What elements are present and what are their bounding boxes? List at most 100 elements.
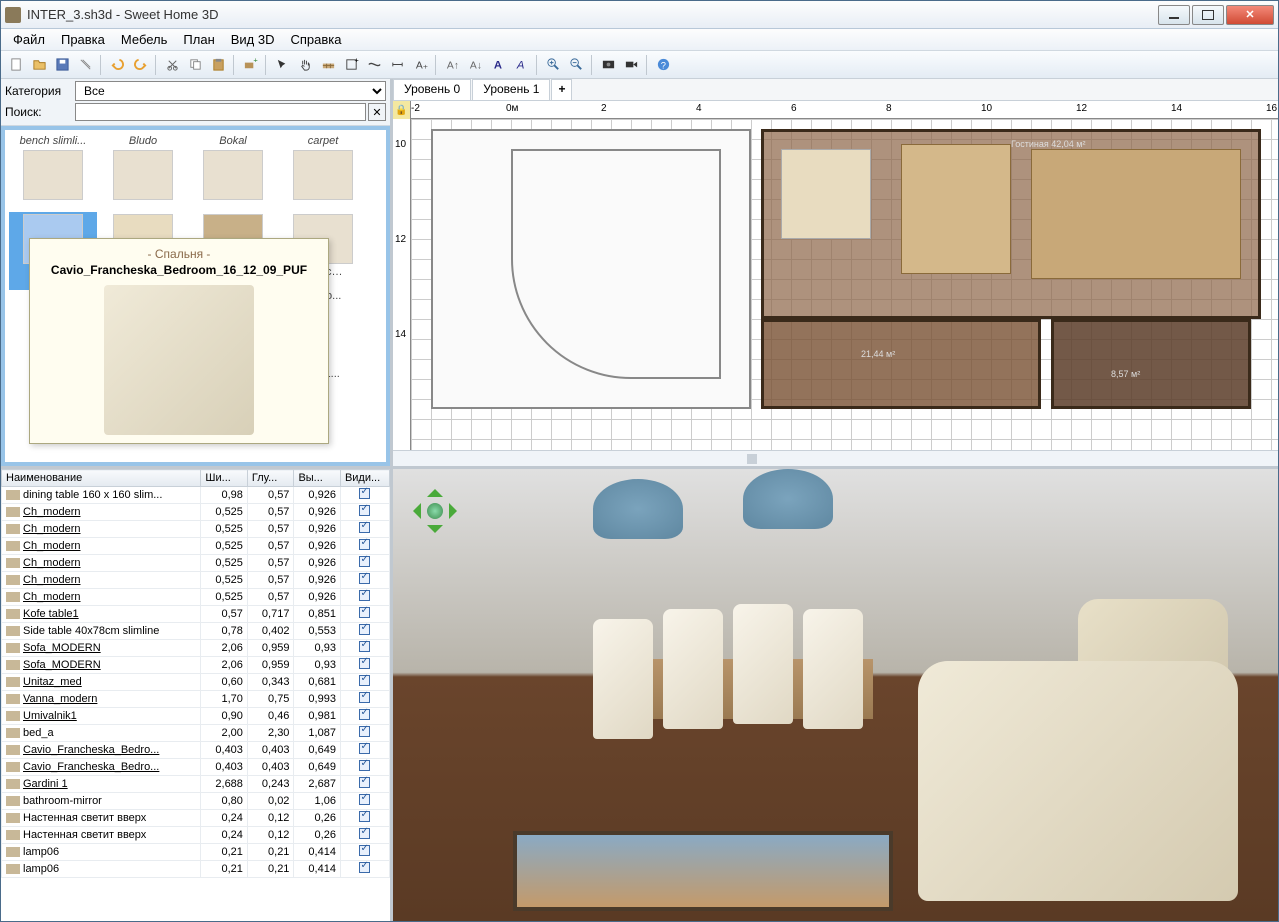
preferences-icon[interactable] — [74, 54, 96, 76]
visibility-checkbox[interactable] — [359, 777, 370, 788]
table-row[interactable]: Cavio_Francheska_Bedro...0,4030,4030,649 — [2, 742, 390, 759]
close-button[interactable]: ✕ — [1226, 5, 1274, 25]
table-row[interactable]: Ch_modern0,5250,570,926 — [2, 521, 390, 538]
save-icon[interactable] — [51, 54, 73, 76]
nav-center-icon[interactable] — [427, 503, 443, 519]
nav-compass[interactable] — [405, 481, 465, 541]
tab-level-0[interactable]: Уровень 0 — [393, 79, 471, 100]
col-height[interactable]: Вы... — [294, 470, 341, 487]
catalog-item[interactable]: bench slimli... — [9, 134, 97, 212]
table-row[interactable]: Ch_modern0,5250,570,926 — [2, 555, 390, 572]
table-row[interactable]: Ch_modern0,5250,570,926 — [2, 572, 390, 589]
visibility-checkbox[interactable] — [359, 539, 370, 550]
nav-right-icon[interactable] — [449, 503, 465, 519]
lock-icon[interactable]: 🔒 — [393, 101, 411, 119]
col-depth[interactable]: Глу... — [247, 470, 294, 487]
visibility-checkbox[interactable] — [359, 505, 370, 516]
nav-left-icon[interactable] — [405, 503, 421, 519]
create-video-icon[interactable] — [620, 54, 642, 76]
visibility-checkbox[interactable] — [359, 675, 370, 686]
table-row[interactable]: bed_a2,002,301,087 — [2, 725, 390, 742]
create-room-icon[interactable]: + — [340, 54, 362, 76]
menu-file[interactable]: Файл — [5, 30, 53, 49]
maximize-button[interactable] — [1192, 5, 1224, 25]
visibility-checkbox[interactable] — [359, 692, 370, 703]
category-select[interactable]: Все — [75, 81, 386, 101]
create-walls-icon[interactable] — [317, 54, 339, 76]
nav-up-icon[interactable] — [427, 481, 443, 497]
table-row[interactable]: Настенная светит вверх0,240,120,26 — [2, 810, 390, 827]
create-photo-icon[interactable] — [597, 54, 619, 76]
visibility-checkbox[interactable] — [359, 658, 370, 669]
select-tool-icon[interactable] — [271, 54, 293, 76]
menu-edit[interactable]: Правка — [53, 30, 113, 49]
visibility-checkbox[interactable] — [359, 760, 370, 771]
visibility-checkbox[interactable] — [359, 709, 370, 720]
visibility-checkbox[interactable] — [359, 743, 370, 754]
table-row[interactable]: Gardini 12,6880,2432,687 — [2, 776, 390, 793]
tab-level-1[interactable]: Уровень 1 — [472, 79, 550, 100]
bold-icon[interactable]: A — [487, 54, 509, 76]
table-row[interactable]: Umivalnik10,900,460,981 — [2, 708, 390, 725]
visibility-checkbox[interactable] — [359, 556, 370, 567]
visibility-checkbox[interactable] — [359, 624, 370, 635]
table-row[interactable]: Kofe table10,570,7170,851 — [2, 606, 390, 623]
zoom-out-icon[interactable] — [565, 54, 587, 76]
visibility-checkbox[interactable] — [359, 573, 370, 584]
copy-icon[interactable] — [184, 54, 206, 76]
menu-view3d[interactable]: Вид 3D — [223, 30, 283, 49]
table-row[interactable]: Vanna_modern1,700,750,993 — [2, 691, 390, 708]
paste-icon[interactable] — [207, 54, 229, 76]
table-row[interactable]: dining table 160 x 160 slim...0,980,570,… — [2, 487, 390, 504]
open-file-icon[interactable] — [28, 54, 50, 76]
view-3d[interactable] — [393, 469, 1278, 921]
visibility-checkbox[interactable] — [359, 488, 370, 499]
table-row[interactable]: lamp060,210,210,414 — [2, 844, 390, 861]
furniture-table[interactable]: Наименование Ши... Глу... Вы... Види... … — [1, 466, 390, 921]
visibility-checkbox[interactable] — [359, 845, 370, 856]
add-furniture-icon[interactable]: + — [239, 54, 261, 76]
visibility-checkbox[interactable] — [359, 862, 370, 873]
table-row[interactable]: Ch_modern0,5250,570,926 — [2, 538, 390, 555]
table-row[interactable]: Ch_modern0,5250,570,926 — [2, 504, 390, 521]
visibility-checkbox[interactable] — [359, 726, 370, 737]
clear-search-icon[interactable]: ✕ — [368, 103, 386, 121]
catalog-item[interactable]: Bludo — [99, 134, 187, 212]
visibility-checkbox[interactable] — [359, 828, 370, 839]
pan-tool-icon[interactable] — [294, 54, 316, 76]
table-row[interactable]: Cavio_Francheska_Bedro...0,4030,4030,649 — [2, 759, 390, 776]
create-polyline-icon[interactable] — [363, 54, 385, 76]
table-row[interactable]: bathroom-mirror0,800,021,06 — [2, 793, 390, 810]
menu-help[interactable]: Справка — [283, 30, 350, 49]
table-row[interactable]: Ch_modern0,5250,570,926 — [2, 589, 390, 606]
catalog-item[interactable]: Bokal — [189, 134, 277, 212]
create-text-icon[interactable]: A₊ — [409, 54, 431, 76]
plan-canvas[interactable]: 14,87 м² Гостиная 42,04 м² 21,44 м² 8,57… — [411, 119, 1278, 450]
visibility-checkbox[interactable] — [359, 794, 370, 805]
table-row[interactable]: Unitaz_med0,600,3430,681 — [2, 674, 390, 691]
visibility-checkbox[interactable] — [359, 641, 370, 652]
table-row[interactable]: lamp060,210,210,414 — [2, 861, 390, 878]
new-file-icon[interactable] — [5, 54, 27, 76]
undo-icon[interactable] — [106, 54, 128, 76]
create-dimension-icon[interactable] — [386, 54, 408, 76]
italic-icon[interactable]: A — [510, 54, 532, 76]
table-row[interactable]: Настенная светит вверх0,240,120,26 — [2, 827, 390, 844]
visibility-checkbox[interactable] — [359, 522, 370, 533]
decrease-text-icon[interactable]: A↓ — [464, 54, 486, 76]
col-visible[interactable]: Види... — [340, 470, 389, 487]
add-level-button[interactable]: + — [551, 79, 572, 100]
plan-scrollbar[interactable] — [393, 450, 1278, 466]
col-width[interactable]: Ши... — [201, 470, 248, 487]
visibility-checkbox[interactable] — [359, 607, 370, 618]
menu-plan[interactable]: План — [175, 30, 222, 49]
increase-text-icon[interactable]: A↑ — [441, 54, 463, 76]
table-row[interactable]: Sofa_MODERN2,060,9590,93 — [2, 640, 390, 657]
menu-furniture[interactable]: Мебель — [113, 30, 176, 49]
minimize-button[interactable] — [1158, 5, 1190, 25]
zoom-in-icon[interactable] — [542, 54, 564, 76]
table-row[interactable]: Side table 40x78cm slimline0,780,4020,55… — [2, 623, 390, 640]
redo-icon[interactable] — [129, 54, 151, 76]
plan-view[interactable]: Уровень 0 Уровень 1 + 🔒 -20м246810121416… — [393, 79, 1278, 469]
cut-icon[interactable] — [161, 54, 183, 76]
